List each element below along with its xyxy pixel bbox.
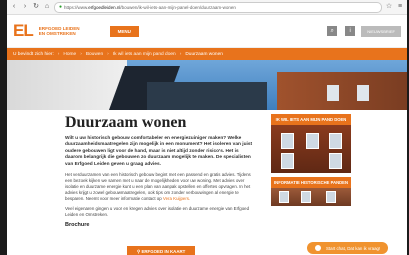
chat-label: Start chat, Dat kan ik vraag! xyxy=(326,245,381,251)
window-shape xyxy=(329,153,342,169)
body-paragraph: Het verduurzamen van een historisch gebo… xyxy=(65,172,255,202)
logo-text[interactable]: Erfgoed Leiden en Omstreken xyxy=(39,26,80,37)
hero-shape xyxy=(147,82,267,110)
breadcrumb-separator: › xyxy=(80,51,82,57)
hero-window xyxy=(327,85,339,101)
window-shape xyxy=(281,133,294,149)
site-header: EL Erfgoed Leiden en Omstreken MENU ⌕ i … xyxy=(7,15,407,48)
body-paragraph-text: Het verduurzamen van een historisch gebo… xyxy=(65,172,251,202)
menu-icon[interactable]: ≡ xyxy=(396,2,404,12)
hero-window xyxy=(357,85,369,101)
breadcrumb-home[interactable]: Home xyxy=(63,52,76,57)
window-shape xyxy=(281,153,294,169)
back-icon[interactable]: ‹ xyxy=(10,2,18,12)
contact-link[interactable]: Vera Kuijpers. xyxy=(163,196,190,201)
search-icon[interactable]: ⌕ xyxy=(327,26,338,36)
home-icon[interactable]: ⌂ xyxy=(43,2,51,12)
sidebar: Ik wil iets aan mijn pand doen Informati… xyxy=(271,110,351,228)
breadcrumb-current: Duurzaam wonen xyxy=(185,51,223,57)
url-path: /bouwen/ik-wil-iets-aan-mijn-panel-doen/… xyxy=(120,4,236,10)
breadcrumb-separator: › xyxy=(179,51,182,57)
window-shape xyxy=(329,133,342,149)
window-shape xyxy=(306,133,319,149)
hero-shape xyxy=(277,72,407,110)
address-bar[interactable]: ● https://www. erfgoedleiden.nl/bouwen/ik… xyxy=(54,1,382,13)
logo-line-2: en Omstreken xyxy=(38,31,76,36)
lock-icon: ● xyxy=(59,4,63,10)
logo[interactable]: EL xyxy=(13,21,34,41)
main-column: Duurzaam wonen Wilt u uw historisch gebo… xyxy=(65,110,255,228)
newsletter-button[interactable]: NIEUWSBRIEF xyxy=(361,25,401,37)
url-host: erfgoedleiden.nl xyxy=(88,4,121,10)
forward-icon[interactable]: › xyxy=(21,2,29,12)
promo-title[interactable]: Informatie historische panden xyxy=(271,177,351,188)
map-button[interactable]: ⚲ ERFGOED IN KAART xyxy=(127,246,196,255)
intro-text: Wilt u uw historisch gebouw comfortabele… xyxy=(65,136,253,167)
breadcrumb-bouwen[interactable]: Bouwen xyxy=(86,52,103,57)
breadcrumb-separator: › xyxy=(57,51,60,57)
reload-icon[interactable]: ↻ xyxy=(32,2,40,12)
browser-toolbar: ‹ › ↻ ⌂ ● https://www. erfgoedleiden.nl/b… xyxy=(7,0,407,15)
breadcrumb-pand[interactable]: Ik wil iets aan mijn pand doen xyxy=(113,52,176,57)
chat-icon xyxy=(315,245,321,251)
breadcrumb: U bevindt zich hier: › Home › Bouwen › I… xyxy=(7,48,407,60)
page-title: Duurzaam wonen xyxy=(65,114,187,131)
url-prefix: https://www. xyxy=(64,4,89,10)
window-shape xyxy=(279,191,289,203)
menu-button[interactable]: MENU xyxy=(109,25,139,37)
map-button-label: ERFGOED IN KAART xyxy=(141,249,186,254)
promo-image[interactable] xyxy=(271,125,351,173)
hero-shape xyxy=(7,60,127,110)
chat-button[interactable]: Start chat, Dat kan ik vraag! xyxy=(307,242,389,254)
promo-image[interactable] xyxy=(271,188,351,206)
hero-image xyxy=(7,60,407,110)
body-paragraph: Veel eigenaren gingen u voor en kregen a… xyxy=(65,206,250,218)
window-shape xyxy=(326,191,336,203)
promo-title[interactable]: Ik wil iets aan mijn pand doen xyxy=(271,114,351,125)
window-shape xyxy=(301,191,311,203)
bookmark-icon[interactable]: ☆ xyxy=(385,2,393,12)
breadcrumb-separator: › xyxy=(107,51,109,57)
browser-window: ‹ › ↻ ⌂ ● https://www. erfgoedleiden.nl/b… xyxy=(7,0,407,255)
page-content: Duurzaam wonen Wilt u uw historisch gebo… xyxy=(7,110,407,228)
info-icon[interactable]: i xyxy=(345,26,356,36)
breadcrumb-prefix: U bevindt zich hier: xyxy=(13,51,54,57)
brochure-heading: Brochure xyxy=(65,222,90,229)
